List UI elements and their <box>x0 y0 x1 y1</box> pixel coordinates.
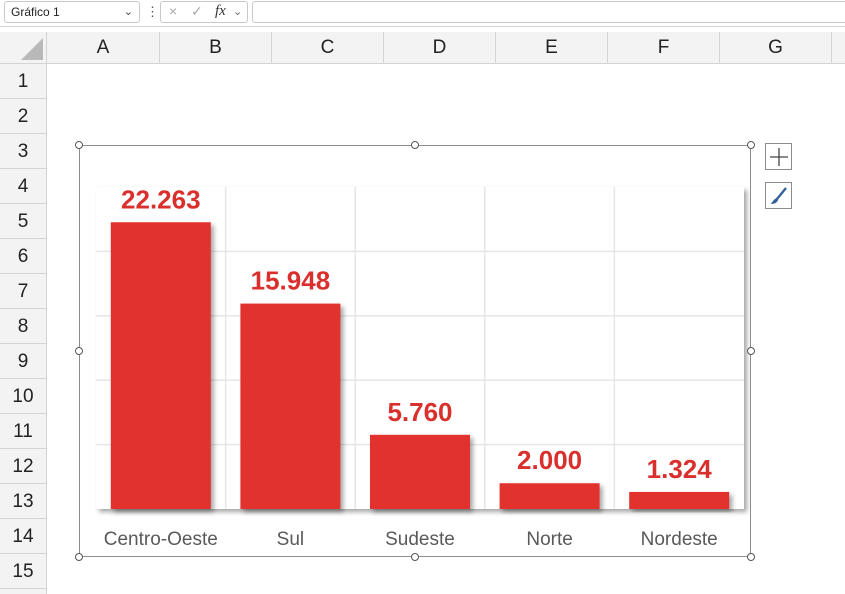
resize-handle[interactable] <box>747 553 755 561</box>
row-header[interactable]: 12 <box>0 449 46 484</box>
row-header[interactable]: 14 <box>0 519 46 554</box>
resize-handle[interactable] <box>75 141 83 149</box>
row-header[interactable]: 2 <box>0 99 46 134</box>
bar[interactable] <box>110 222 211 509</box>
column-header-d[interactable]: D <box>384 32 496 63</box>
select-all-button[interactable] <box>0 32 47 64</box>
chart-elements-button[interactable] <box>765 143 792 170</box>
data-label[interactable]: 15.948 <box>251 266 331 296</box>
category-label[interactable]: Centro-Oeste <box>104 529 218 550</box>
brush-icon <box>771 187 787 204</box>
bar[interactable] <box>629 491 730 509</box>
column-header-b[interactable]: B <box>160 32 272 63</box>
bar[interactable] <box>240 303 341 509</box>
column-headers: A B C D E F G <box>47 32 845 64</box>
insert-function-icon[interactable]: fx <box>215 3 226 20</box>
chart-styles-button[interactable] <box>765 182 792 209</box>
resize-handle[interactable] <box>75 347 83 355</box>
resize-handle[interactable] <box>747 347 755 355</box>
row-header[interactable]: 5 <box>0 204 46 239</box>
row-headers: 1 2 3 4 5 6 7 8 9 10 11 12 13 14 15 <box>0 64 47 594</box>
row-header[interactable]: 1 <box>0 64 46 99</box>
bar-chart: 22.263 15.948 5.760 2.000 1.324 Centro-Oeste… <box>96 184 744 550</box>
chart-area[interactable]: 22.263 15.948 5.760 2.000 1.324 Centro-Oeste… <box>79 145 751 557</box>
column-header-g[interactable]: G <box>720 32 832 63</box>
category-label[interactable]: Sul <box>277 529 304 550</box>
data-label[interactable]: 5.760 <box>387 397 452 427</box>
resize-handle[interactable] <box>747 141 755 149</box>
row-header[interactable]: 8 <box>0 309 46 344</box>
formula-input[interactable] <box>252 1 845 23</box>
row-header[interactable]: 10 <box>0 379 46 414</box>
select-all-triangle-icon <box>21 38 43 60</box>
row-header[interactable]: 11 <box>0 414 46 449</box>
row-header[interactable]: 7 <box>0 274 46 309</box>
name-box-value: Gráfico 1 <box>11 5 60 19</box>
chevron-down-icon[interactable]: ⌄ <box>124 2 133 22</box>
plus-icon <box>770 148 788 166</box>
column-header-a[interactable]: A <box>47 32 160 63</box>
confirm-icon[interactable]: ✓ <box>191 3 203 20</box>
category-label[interactable]: Sudeste <box>385 529 455 550</box>
row-header[interactable]: 3 <box>0 134 46 169</box>
bar[interactable] <box>370 434 470 509</box>
row-header[interactable]: 6 <box>0 239 46 274</box>
category-label[interactable]: Nordeste <box>641 529 718 550</box>
more-options-icon[interactable]: ⋮ <box>146 4 159 20</box>
chevron-down-icon[interactable]: ⌄ <box>233 5 242 18</box>
column-header-c[interactable]: C <box>272 32 384 63</box>
row-header[interactable]: 9 <box>0 344 46 379</box>
data-label[interactable]: 22.263 <box>121 184 201 214</box>
formula-bar: Gráfico 1 ⌄ ⋮ × ✓ fx ⌄ <box>0 0 845 27</box>
resize-handle[interactable] <box>411 553 419 561</box>
category-label[interactable]: Norte <box>526 529 572 550</box>
formula-actions: × ✓ fx ⌄ <box>160 1 248 23</box>
resize-handle[interactable] <box>75 553 83 561</box>
row-header[interactable]: 13 <box>0 484 46 519</box>
name-box[interactable]: Gráfico 1 ⌄ <box>4 1 140 23</box>
column-header-f[interactable]: F <box>608 32 720 63</box>
row-header[interactable]: 15 <box>0 554 46 589</box>
column-header-e[interactable]: E <box>496 32 608 63</box>
category-labels: Centro-Oeste Sul Sudeste Norte Nordeste <box>104 529 718 550</box>
resize-handle[interactable] <box>411 141 419 149</box>
row-header[interactable]: 4 <box>0 169 46 204</box>
data-label[interactable]: 2.000 <box>517 445 582 475</box>
bar[interactable] <box>499 483 600 509</box>
data-label[interactable]: 1.324 <box>647 454 713 484</box>
cancel-icon[interactable]: × <box>169 3 177 19</box>
